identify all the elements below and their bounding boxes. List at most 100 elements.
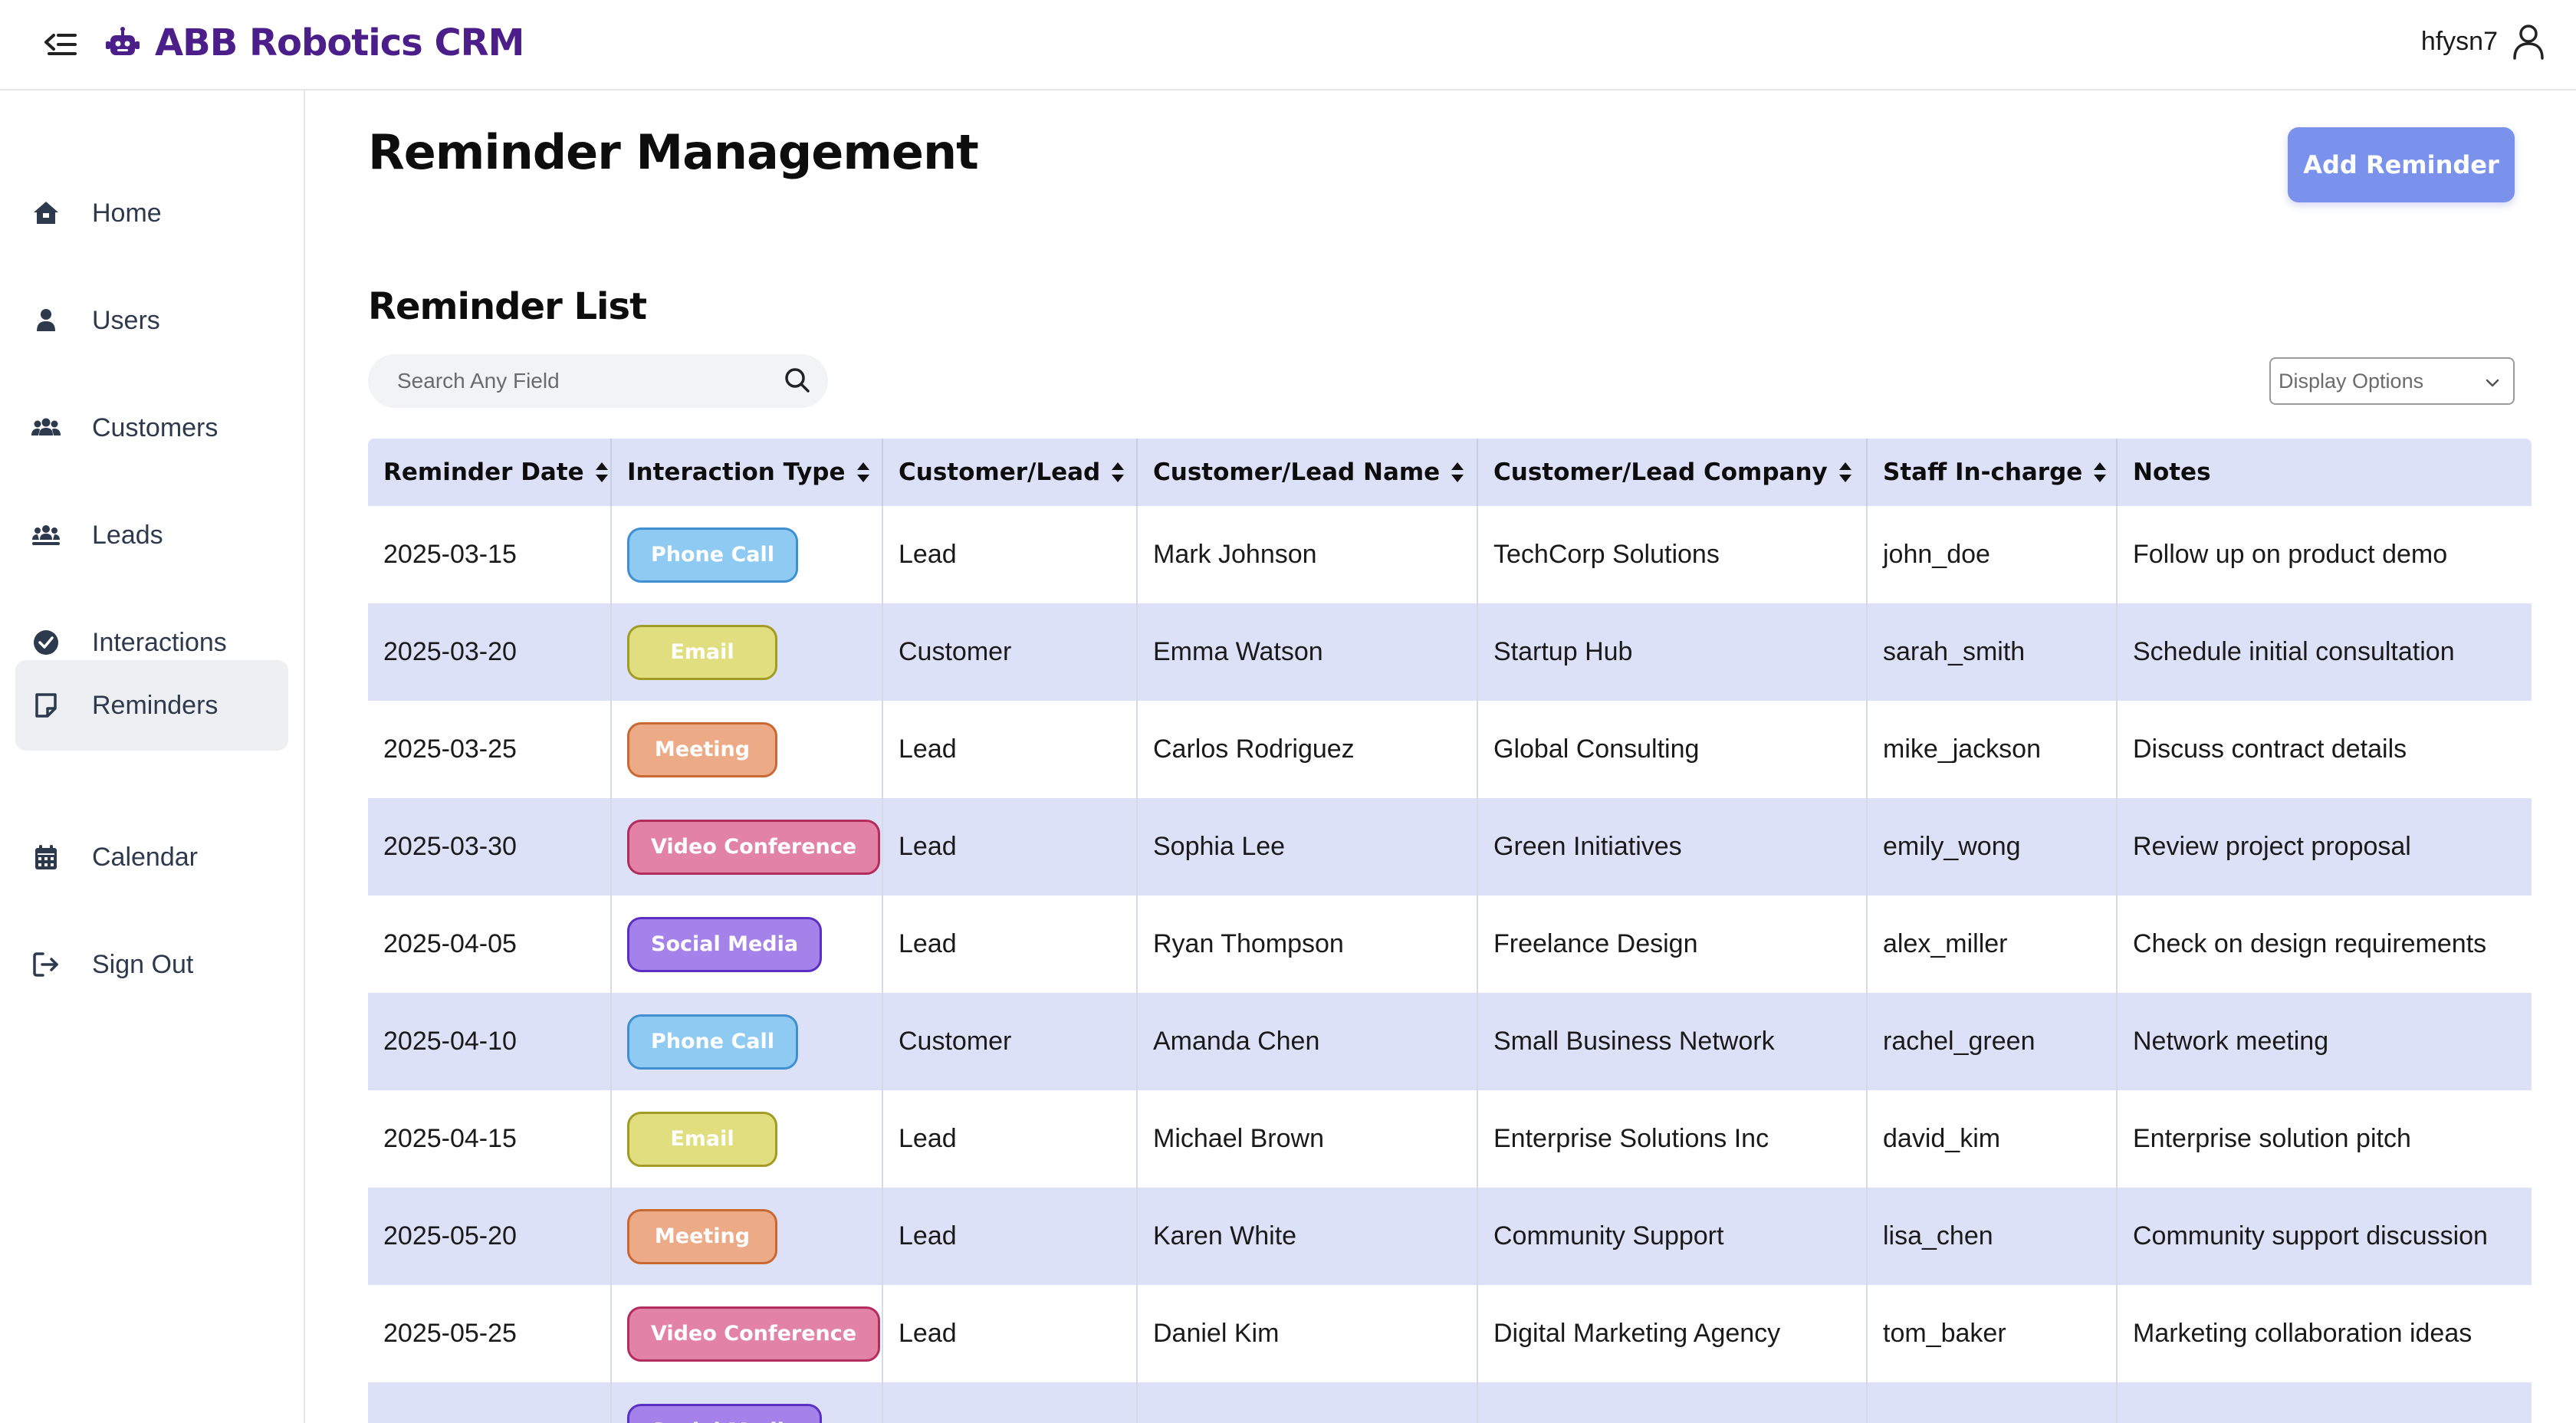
cell-notes: Schedule initial consultation	[2118, 603, 2532, 701]
sidebar-item-label: Leads	[92, 520, 163, 550]
table-row[interactable]: 2025-03-30 Video Conference Lead Sophia Lee…	[368, 798, 2532, 896]
robot-icon	[106, 27, 140, 55]
interaction-type-badge: Phone Call	[627, 527, 799, 583]
user-menu[interactable]: hfysn7	[2421, 23, 2545, 60]
cell-reminder-date-text: 2025-05-25	[383, 1319, 517, 1348]
table-row[interactable]: 2025-03-20 Email Customer Emma Watson Startu…	[368, 603, 2532, 701]
cell-reminder-date: 2025-05-20	[368, 1188, 612, 1285]
sidebar-item-label: Reminders	[92, 690, 219, 720]
cell-reminder-date-text: 2025-04-15	[383, 1124, 517, 1153]
cell-interaction-type: Video Conference	[612, 1285, 883, 1382]
cell-reminder-date: 2025-03-25	[368, 701, 612, 798]
cell-customer-lead-company: Startup Hub	[1478, 603, 1868, 701]
cell-customer-lead-name: Mark Johnson	[1138, 506, 1478, 603]
column-header-notes: Notes	[2118, 439, 2532, 506]
cell-customer-lead-company-text: Startup Hub	[1493, 637, 1633, 666]
sort-icon	[1451, 462, 1464, 482]
cell-interaction-type: Email	[612, 1090, 883, 1188]
cell-staff-in-charge-text: emily_wong	[1883, 832, 2021, 861]
column-header-customer-lead-name[interactable]: Customer/Lead Name	[1138, 439, 1478, 506]
cell-customer-lead-company-text: Small Business Network	[1493, 1027, 1775, 1056]
sidebar-item-calendar[interactable]: Calendar	[15, 812, 288, 902]
cell-notes-text: Marketing collaboration ideas	[2133, 1319, 2472, 1348]
column-header-label: Interaction Type	[627, 458, 846, 486]
cell-reminder-date-text: 2025-05-20	[383, 1221, 517, 1250]
display-options-select[interactable]: Display Options	[2269, 357, 2515, 405]
note-icon	[31, 690, 61, 721]
cell-customer-lead-company: Enterprise Solutions Inc	[1478, 1090, 1868, 1188]
cell-customer-lead: Lead	[883, 701, 1138, 798]
cell-customer-lead-company: Digital Marketing Agency	[1478, 1285, 1868, 1382]
page-title: Reminder Management	[368, 124, 979, 180]
table-row[interactable]: 2025-05-20 Meeting Lead Karen White Communit…	[368, 1188, 2532, 1285]
sidebar-item-label: Home	[92, 198, 162, 228]
table-row[interactable]: 2025-04-15 Email Lead Michael Brown Enterpri…	[368, 1090, 2532, 1188]
cell-customer-lead-name	[1138, 1382, 1478, 1423]
cell-staff-in-charge: sarah_smith	[1868, 603, 2118, 701]
table-row[interactable]: 2025-03-25 Meeting Lead Carlos Rodriguez Glo…	[368, 701, 2532, 798]
column-header-label: Reminder Date	[383, 458, 584, 486]
cell-staff-in-charge	[1868, 1382, 2118, 1423]
table-row[interactable]: Social Media	[368, 1382, 2532, 1423]
table-row[interactable]: 2025-04-10 Phone Call Customer Amanda Chen S…	[368, 993, 2532, 1090]
cell-reminder-date: 2025-04-10	[368, 993, 612, 1090]
cell-reminder-date: 2025-04-15	[368, 1090, 612, 1188]
interaction-type-badge: Video Conference	[627, 1306, 881, 1362]
cell-reminder-date: 2025-05-25	[368, 1285, 612, 1382]
column-header-interaction-type[interactable]: Interaction Type	[612, 439, 883, 506]
add-reminder-button[interactable]: Add Reminder	[2288, 127, 2515, 202]
search-input[interactable]	[397, 354, 765, 408]
brand[interactable]: ABB Robotics CRM	[104, 18, 524, 67]
column-header-staff-in-charge[interactable]: Staff In-charge	[1868, 439, 2118, 506]
cell-interaction-type: Meeting	[612, 701, 883, 798]
column-header-label: Customer/Lead Company	[1493, 458, 1828, 486]
table-row[interactable]: 2025-04-05 Social Media Lead Ryan Thompson F…	[368, 896, 2532, 993]
sort-icon	[2094, 462, 2107, 482]
cell-customer-lead-company: Global Consulting	[1478, 701, 1868, 798]
cell-customer-lead-text: Lead	[899, 540, 957, 569]
cell-notes-text: Network meeting	[2133, 1027, 2329, 1056]
user-icon	[2513, 25, 2544, 60]
cell-customer-lead: Lead	[883, 1188, 1138, 1285]
cell-customer-lead-name: Sophia Lee	[1138, 798, 1478, 896]
cell-customer-lead-name-text: Ryan Thompson	[1153, 929, 1344, 958]
cell-staff-in-charge: mike_jackson	[1868, 701, 2118, 798]
cell-notes-text: Check on design requirements	[2133, 929, 2487, 958]
cell-customer-lead-text: Lead	[899, 929, 957, 958]
sidebar-item-home[interactable]: Home	[15, 168, 288, 258]
sidebar-item-reminders[interactable]: Reminders	[15, 660, 288, 751]
sidebar-item-label: Interactions	[92, 627, 227, 657]
cell-notes-text: Schedule initial consultation	[2133, 637, 2455, 666]
table-row[interactable]: 2025-05-25 Video Conference Lead Daniel Kim…	[368, 1285, 2532, 1382]
cell-customer-lead-name-text: Karen White	[1153, 1221, 1297, 1250]
collapse-sidebar-icon[interactable]	[43, 29, 80, 60]
sidebar-item-leads[interactable]: Leads	[15, 490, 288, 580]
column-header-reminder-date[interactable]: Reminder Date	[368, 439, 612, 506]
column-header-label: Customer/Lead Name	[1153, 458, 1441, 486]
cell-notes: Review project proposal	[2118, 798, 2532, 896]
column-header-customer-lead[interactable]: Customer/Lead	[883, 439, 1138, 506]
cell-reminder-date: 2025-03-15	[368, 506, 612, 603]
sidebar-item-users[interactable]: Users	[15, 275, 288, 366]
check-circle-icon	[31, 627, 61, 658]
search-icon[interactable]	[782, 365, 813, 396]
section-title: Reminder List	[368, 285, 647, 328]
interaction-type-badge: Meeting	[627, 721, 777, 777]
cell-reminder-date	[368, 1382, 612, 1423]
cell-reminder-date-text: 2025-03-15	[383, 540, 517, 569]
sidebar: Home Users Customers Leads Interactions …	[0, 90, 305, 1423]
cell-staff-in-charge-text: rachel_green	[1883, 1027, 2036, 1056]
cell-customer-lead-company-text: Digital Marketing Agency	[1493, 1319, 1781, 1348]
cell-customer-lead-text: Customer	[899, 1027, 1012, 1056]
sidebar-item-customers[interactable]: Customers	[15, 383, 288, 473]
cell-staff-in-charge: emily_wong	[1868, 798, 2118, 896]
cell-customer-lead: Lead	[883, 896, 1138, 993]
column-header-customer-lead-company[interactable]: Customer/Lead Company	[1478, 439, 1868, 506]
sidebar-item-sign-out[interactable]: Sign Out	[15, 919, 288, 1010]
cell-customer-lead-name-text: Sophia Lee	[1153, 832, 1286, 861]
cell-notes: Enterprise solution pitch	[2118, 1090, 2532, 1188]
table-row[interactable]: 2025-03-15 Phone Call Lead Mark Johnson Tech…	[368, 506, 2532, 603]
cell-customer-lead-company	[1478, 1382, 1868, 1423]
user-icon	[31, 305, 61, 336]
cell-customer-lead: Customer	[883, 993, 1138, 1090]
